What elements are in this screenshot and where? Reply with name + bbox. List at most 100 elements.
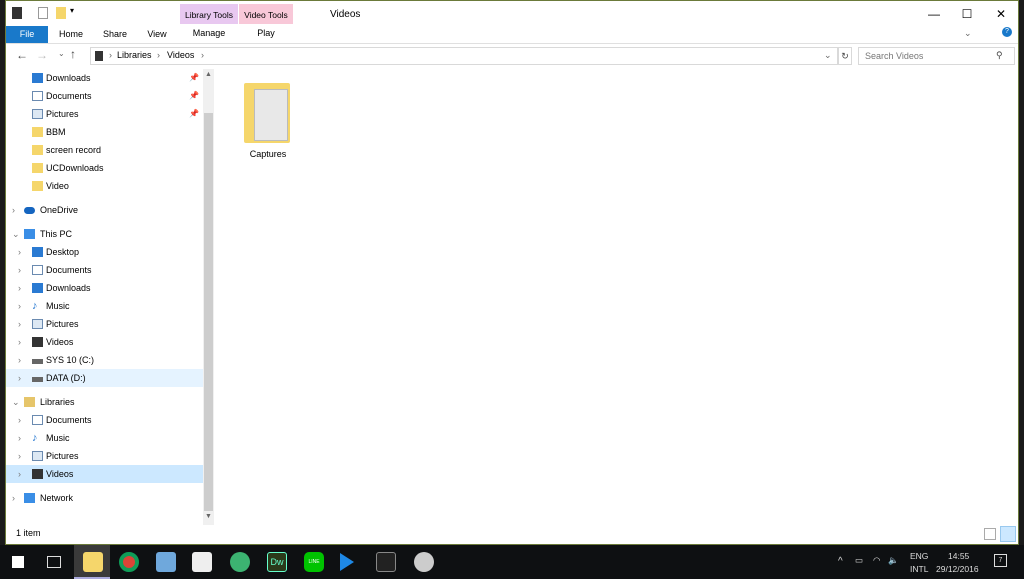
details-view-button[interactable] (984, 528, 996, 540)
nav-item-this-pc[interactable]: ⌄ This PC (6, 225, 203, 243)
nav-item-drive-c[interactable]: › SYS 10 (C:) (6, 351, 203, 369)
minimize-button[interactable]: — (919, 5, 949, 23)
tab-play[interactable]: Play (239, 24, 293, 43)
help-icon[interactable]: ? (1002, 27, 1012, 37)
drive-icon (32, 359, 43, 364)
up-button[interactable]: ↑ (70, 47, 76, 61)
folder-icon (32, 145, 43, 155)
libraries-icon (24, 397, 35, 407)
chevron-down-icon[interactable]: ⌄ (12, 225, 20, 243)
nav-item-video[interactable]: Video (6, 177, 203, 195)
action-center-button[interactable]: 7 (994, 554, 1007, 567)
tab-home[interactable]: Home (54, 26, 88, 43)
drive-icon (32, 377, 43, 382)
scrollbar-thumb[interactable] (204, 113, 213, 511)
breadcrumb-libraries[interactable]: Libraries (117, 50, 152, 60)
media-player-icon[interactable] (340, 553, 354, 571)
show-hidden-icons-button[interactable]: ^ (838, 556, 843, 567)
video-tools-group: Video Tools Play (239, 4, 293, 43)
navigation-pane: Downloads 📌 Documents 📌 Pictures 📌 BBM scre… (6, 69, 203, 525)
line-icon[interactable]: LINE (304, 552, 324, 572)
nav-item-libraries[interactable]: ⌄ Libraries (6, 393, 203, 411)
folder-icon (32, 181, 43, 191)
breadcrumb-videos[interactable]: Videos (167, 50, 194, 60)
download-icon (32, 73, 43, 83)
nav-item-pc-documents[interactable]: › Documents (6, 261, 203, 279)
chevron-down-icon[interactable]: ⌄ (12, 393, 20, 411)
expand-ribbon-icon[interactable]: ⌄ (964, 28, 972, 39)
address-dropdown-icon[interactable]: ⌄ (824, 50, 832, 61)
nav-item-onedrive[interactable]: › OneDrive (6, 201, 203, 219)
customize-quick-access-icon[interactable]: ▾ (70, 6, 74, 15)
battery-icon[interactable]: ▭ (855, 555, 863, 566)
maximize-button[interactable]: ☐ (952, 5, 982, 23)
music-icon: ♪ (32, 432, 38, 444)
nav-item-lib-documents[interactable]: › Documents (6, 411, 203, 429)
app-icon[interactable] (156, 552, 176, 572)
taskbar-explorer[interactable] (74, 545, 110, 579)
explorer-window: ▾ Library Tools Manage Video Tools Play … (5, 0, 1019, 545)
tab-share[interactable]: Share (98, 26, 132, 43)
computer-icon (24, 229, 35, 239)
nav-item-pictures[interactable]: Pictures 📌 (6, 105, 203, 123)
nav-item-pc-videos[interactable]: › Videos (6, 333, 203, 351)
start-button[interactable] (12, 556, 24, 568)
chevron-right-icon[interactable]: › (12, 489, 15, 507)
tab-file[interactable]: File (6, 26, 48, 43)
nav-item-documents[interactable]: Documents 📌 (6, 87, 203, 105)
properties-icon[interactable] (38, 7, 48, 19)
nav-item-desktop[interactable]: › Desktop (6, 243, 203, 261)
large-icons-view-button[interactable] (1000, 526, 1016, 542)
paint-icon[interactable] (414, 552, 434, 572)
nav-item-pc-music[interactable]: › ♪ Music (6, 297, 203, 315)
back-button[interactable]: ← (16, 48, 28, 62)
recent-locations-button[interactable]: ⌄ (58, 49, 65, 58)
store-icon[interactable] (192, 552, 212, 572)
new-folder-icon[interactable] (56, 7, 66, 19)
nav-scrollbar[interactable]: ▲ ▼ (203, 69, 214, 525)
nav-item-lib-pictures[interactable]: › Pictures (6, 447, 203, 465)
taskbar: Dw LINE ^ ▭ ◠ 🔈 ENG INTL 14:55 29/12/201… (0, 545, 1024, 579)
network-icon (24, 493, 35, 503)
folder-item-captures[interactable]: Captures (230, 77, 306, 161)
nav-item-pc-pictures[interactable]: › Pictures (6, 315, 203, 333)
explorer-icon (83, 552, 103, 572)
nav-item-lib-music[interactable]: › ♪ Music (6, 429, 203, 447)
app-icon[interactable] (230, 552, 250, 572)
document-icon (32, 265, 43, 275)
videos-icon (95, 51, 103, 61)
dreamweaver-icon[interactable]: Dw (267, 552, 287, 572)
chevron-right-icon[interactable]: › (12, 201, 15, 219)
tab-view[interactable]: View (140, 26, 174, 43)
nav-item-downloads[interactable]: Downloads 📌 (6, 69, 203, 87)
close-button[interactable]: ✕ (986, 5, 1016, 23)
tab-manage[interactable]: Manage (180, 24, 238, 43)
pin-icon: 📌 (189, 109, 199, 118)
nav-item-screen-record[interactable]: screen record (6, 141, 203, 159)
status-item-count: 1 item (16, 528, 41, 538)
music-icon: ♪ (32, 300, 38, 312)
search-icon: ⚲ (996, 50, 1003, 60)
address-bar[interactable]: › Libraries › Videos › ⌄ (90, 47, 838, 65)
nav-item-network[interactable]: › Network (6, 489, 203, 507)
volume-icon[interactable]: 🔈 (888, 555, 899, 566)
nav-item-bbm[interactable]: BBM (6, 123, 203, 141)
clock-time[interactable]: 14:55 (948, 551, 969, 561)
forward-button[interactable]: → (36, 48, 48, 62)
search-input[interactable]: Search Videos (858, 47, 1015, 65)
nav-item-ucdownloads[interactable]: UCDownloads (6, 159, 203, 177)
task-view-button[interactable] (47, 556, 61, 568)
terminal-icon[interactable] (376, 552, 396, 572)
pictures-icon (32, 319, 43, 329)
wifi-icon[interactable]: ◠ (873, 555, 880, 566)
nav-item-lib-videos[interactable]: › Videos (6, 465, 203, 483)
language-indicator[interactable]: ENG (910, 551, 928, 561)
nav-item-drive-d[interactable]: › DATA (D:) (6, 369, 203, 387)
download-icon (32, 283, 43, 293)
nav-item-pc-downloads[interactable]: › Downloads (6, 279, 203, 297)
library-tools-group: Library Tools Manage (180, 4, 238, 43)
clock-date[interactable]: 29/12/2016 (936, 564, 979, 574)
keyboard-layout[interactable]: INTL (910, 564, 928, 574)
chrome-icon[interactable] (119, 552, 139, 572)
refresh-button[interactable]: ↻ (838, 47, 852, 65)
